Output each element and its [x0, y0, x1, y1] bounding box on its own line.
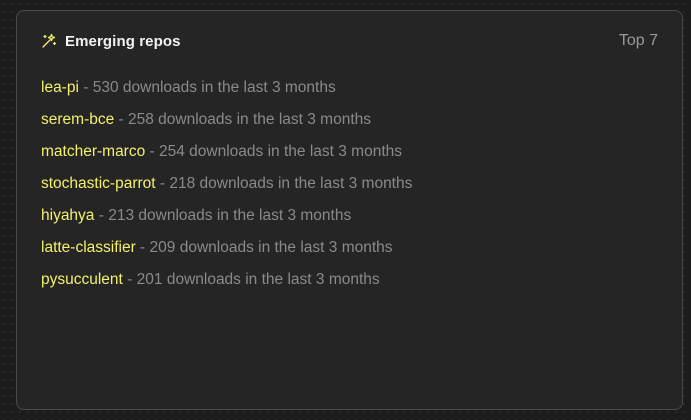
separator: -: [122, 271, 137, 288]
title-group: Emerging repos: [41, 33, 181, 50]
download-count: 530: [92, 79, 119, 96]
repo-link[interactable]: serem-bce: [41, 111, 114, 128]
repo-link[interactable]: stochastic-parrot: [41, 175, 156, 192]
list-item: lea-pi - 530 downloads in the last 3 mon…: [41, 77, 412, 109]
download-count: 201: [136, 271, 163, 288]
download-suffix: downloads in the last 3 months: [184, 143, 403, 160]
repo-link[interactable]: matcher-marco: [41, 143, 145, 160]
repo-link[interactable]: hiyahya: [41, 207, 94, 224]
download-suffix: downloads in the last 3 months: [175, 239, 393, 256]
emerging-repos-card: Emerging repos Top 7 lea-pi - 530 downlo…: [16, 10, 683, 410]
download-count: 213: [108, 207, 135, 224]
separator: -: [94, 207, 109, 224]
list-item: hiyahya - 213 downloads in the last 3 mo…: [41, 205, 412, 237]
download-count: 254: [159, 143, 185, 160]
download-count: 218: [169, 175, 196, 192]
top-count-badge: Top 7: [618, 32, 658, 49]
repo-link[interactable]: lea-pi: [41, 79, 79, 96]
card-title: Emerging repos: [65, 32, 181, 50]
repo-list: lea-pi - 530 downloads in the last 3 mon…: [41, 77, 412, 301]
download-count: 258: [128, 111, 154, 128]
separator: -: [78, 79, 93, 96]
download-suffix: downloads in the last 3 months: [195, 175, 413, 192]
list-item: pysucculent - 201 downloads in the last …: [41, 269, 412, 301]
download-suffix: downloads in the last 3 months: [118, 79, 336, 96]
download-suffix: downloads in the last 3 months: [134, 207, 352, 224]
download-suffix: downloads in the last 3 months: [162, 271, 380, 288]
list-item: serem-bce - 258 downloads in the last 3 …: [41, 109, 412, 141]
download-count: 209: [149, 239, 176, 256]
separator: -: [135, 239, 150, 256]
list-item: matcher-marco - 254 downloads in the las…: [41, 141, 412, 173]
repo-link[interactable]: latte-classifier: [41, 239, 136, 256]
card-header: Emerging repos Top 7: [41, 31, 658, 51]
list-item: stochastic-parrot - 218 downloads in the…: [41, 173, 412, 205]
separator: -: [114, 111, 128, 128]
list-item: latte-classifier - 209 downloads in the …: [41, 237, 412, 269]
separator: -: [155, 175, 170, 192]
repo-link[interactable]: pysucculent: [41, 271, 123, 288]
separator: -: [145, 143, 159, 160]
sparkle-wand-icon: [41, 33, 57, 49]
download-suffix: downloads in the last 3 months: [153, 111, 372, 128]
